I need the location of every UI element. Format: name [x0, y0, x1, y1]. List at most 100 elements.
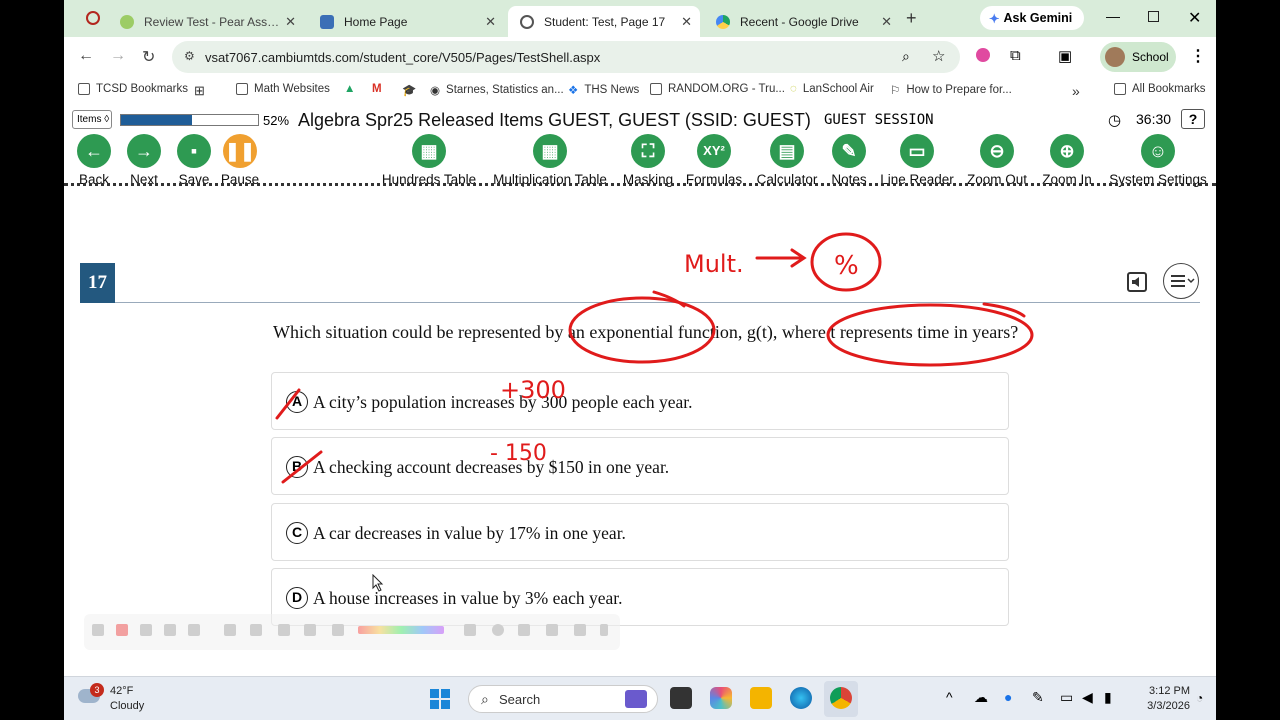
- file-explorer-icon[interactable]: [750, 687, 772, 709]
- weather-widget[interactable]: 42°F Cloudy: [110, 684, 144, 714]
- bookmark-item[interactable]: M: [372, 83, 382, 95]
- kebab-menu-icon[interactable]: ⋮: [1190, 46, 1206, 66]
- trash-icon[interactable]: [188, 624, 200, 636]
- restore-button[interactable]: [1148, 11, 1159, 22]
- close-icon[interactable]: ✕: [285, 14, 296, 30]
- stop-icon[interactable]: [116, 624, 128, 636]
- system-settings-button[interactable]: ☺ System Settings: [1104, 134, 1212, 187]
- cloud-off-icon[interactable]: ☁: [974, 689, 988, 706]
- system-clock[interactable]: 3:12 PM 3/3/2026: [1130, 684, 1190, 714]
- tab-label: Student: Test, Page 17: [544, 14, 666, 29]
- grid-tool-icon[interactable]: [304, 624, 316, 636]
- search-icon[interactable]: ⌕: [902, 48, 910, 65]
- extension-icon[interactable]: [976, 48, 990, 62]
- bookmark-item[interactable]: ◉ Starnes, Statistics an...: [430, 83, 564, 97]
- notification-bell-icon[interactable]: ◔: [1196, 691, 1203, 705]
- more-bookmarks-icon[interactable]: »: [1072, 83, 1080, 99]
- pointer-icon[interactable]: [224, 624, 236, 636]
- option-a[interactable]: A A city’s population increases by 300 p…: [271, 372, 1009, 430]
- formulas-button[interactable]: XY² Formulas: [684, 134, 744, 187]
- back-button[interactable]: ← Back: [69, 134, 119, 187]
- save-button[interactable]: ▪ Save: [169, 134, 219, 187]
- question-menu-button[interactable]: [1163, 263, 1199, 299]
- notes-button[interactable]: ✎ Notes: [828, 134, 870, 187]
- tab-google-drive[interactable]: Recent - Google Drive ✕: [704, 6, 900, 37]
- next-button[interactable]: → Next: [119, 134, 169, 187]
- chevron-up-icon[interactable]: ^: [946, 689, 953, 705]
- color-picker[interactable]: [358, 626, 444, 634]
- line-reader-button[interactable]: ▭ Line Reader: [878, 134, 956, 187]
- battery-icon[interactable]: ▮: [1104, 689, 1112, 706]
- tab-review-test[interactable]: Review Test - Pear Assessment ✕: [108, 6, 304, 37]
- drag-handle-icon[interactable]: [92, 624, 104, 636]
- m365-icon[interactable]: [710, 687, 732, 709]
- emoji-icon[interactable]: [492, 624, 504, 636]
- option-b[interactable]: B A checking account decreases by $150 i…: [271, 437, 1009, 495]
- collapse-icon[interactable]: [600, 624, 608, 636]
- close-window-button[interactable]: ✕: [1188, 8, 1201, 28]
- reload-icon[interactable]: ↻: [142, 47, 155, 67]
- address-bar[interactable]: ⚙ vsat7067.cambiumtds.com/student_core/V…: [172, 41, 960, 73]
- help-button[interactable]: ?: [1181, 109, 1205, 129]
- edge-icon[interactable]: [790, 687, 812, 709]
- link-icon[interactable]: [464, 624, 476, 636]
- crop-icon[interactable]: [250, 624, 262, 636]
- text-to-speech-icon[interactable]: [1126, 271, 1148, 293]
- minimize-button[interactable]: —: [1106, 8, 1120, 24]
- masking-button[interactable]: ⛶ Masking: [620, 134, 676, 187]
- bookmark-item[interactable]: ⊞: [194, 83, 205, 99]
- bookmark-item[interactable]: TCSD Bookmarks: [78, 83, 188, 95]
- star-icon[interactable]: ☆: [932, 47, 945, 65]
- calculator-button[interactable]: ▤ Calculator: [752, 134, 822, 187]
- microphone-icon[interactable]: ●: [1004, 689, 1012, 705]
- option-c[interactable]: C A car decreases in value by 17% in one…: [271, 503, 1009, 561]
- bookmark-item[interactable]: Math Websites: [236, 83, 330, 95]
- record-icon[interactable]: [86, 11, 100, 25]
- task-view-icon[interactable]: [670, 687, 692, 709]
- camera-icon[interactable]: [574, 624, 586, 636]
- url-text[interactable]: vsat7067.cambiumtds.com/student_core/V50…: [205, 50, 600, 65]
- bookmark-item[interactable]: RANDOM.ORG - Tru...: [650, 83, 785, 95]
- chrome-icon[interactable]: [830, 687, 852, 709]
- zoom-in-button[interactable]: ⊕ Zoom In: [1038, 134, 1096, 187]
- taskbar-search[interactable]: ⌕ Search: [468, 685, 658, 713]
- bookmark-item[interactable]: ⚐ How to Prepare for...: [890, 83, 1012, 97]
- forward-arrow-icon[interactable]: →: [110, 47, 126, 65]
- pen-icon[interactable]: ✎: [1032, 689, 1044, 706]
- back-arrow-icon[interactable]: ←: [78, 47, 94, 65]
- undo-icon[interactable]: [164, 624, 176, 636]
- network-icon[interactable]: ▭: [1060, 689, 1073, 706]
- bookmark-item[interactable]: ◌ LanSchool Air: [790, 83, 874, 95]
- site-info-icon[interactable]: ⚙: [184, 49, 195, 63]
- new-tab-button[interactable]: +: [906, 8, 917, 29]
- ask-gemini-button[interactable]: ✦ Ask Gemini: [980, 6, 1084, 30]
- bookmark-item[interactable]: 🎓: [402, 83, 416, 97]
- mute-icon[interactable]: [546, 624, 558, 636]
- items-dropdown[interactable]: Items ◊: [72, 110, 112, 129]
- browser-toolbar: ← → ↻ ⚙ vsat7067.cambiumtds.com/student_…: [64, 37, 1216, 77]
- multiplication-table-button[interactable]: ▦ Multiplication Table: [488, 134, 612, 187]
- close-icon[interactable]: ✕: [485, 14, 496, 30]
- bookmark-item[interactable]: ▲: [344, 83, 355, 95]
- pause-icon[interactable]: [140, 624, 152, 636]
- annotation-toolbar[interactable]: [84, 614, 620, 650]
- text-tool-icon[interactable]: [278, 624, 290, 636]
- close-icon[interactable]: ✕: [881, 14, 892, 30]
- pause-button[interactable]: ❚❚ Pause: [215, 134, 265, 187]
- hundreds-table-button[interactable]: ▦ Hundreds Table: [378, 134, 480, 187]
- puzzle-icon[interactable]: ⧉: [1010, 47, 1021, 64]
- pen-tool-icon[interactable]: [332, 624, 344, 636]
- all-bookmarks[interactable]: All Bookmarks: [1114, 83, 1206, 95]
- zoom-out-button[interactable]: ⊖ Zoom Out: [964, 134, 1030, 187]
- tab-home-page[interactable]: Home Page ✕: [308, 6, 504, 37]
- profile-button[interactable]: School: [1100, 42, 1176, 72]
- reading-icon[interactable]: ▣: [1058, 47, 1072, 65]
- volume-icon[interactable]: ◀: [1082, 689, 1093, 706]
- tab-student-test[interactable]: Student: Test, Page 17 ✕: [508, 6, 700, 37]
- folder-icon: [236, 83, 248, 95]
- bookmark-item[interactable]: ❖ THS News: [568, 83, 639, 97]
- eraser-icon[interactable]: [518, 624, 530, 636]
- timer: 36:30: [1136, 111, 1172, 127]
- windows-start-icon[interactable]: [430, 689, 450, 709]
- close-icon[interactable]: ✕: [681, 14, 692, 30]
